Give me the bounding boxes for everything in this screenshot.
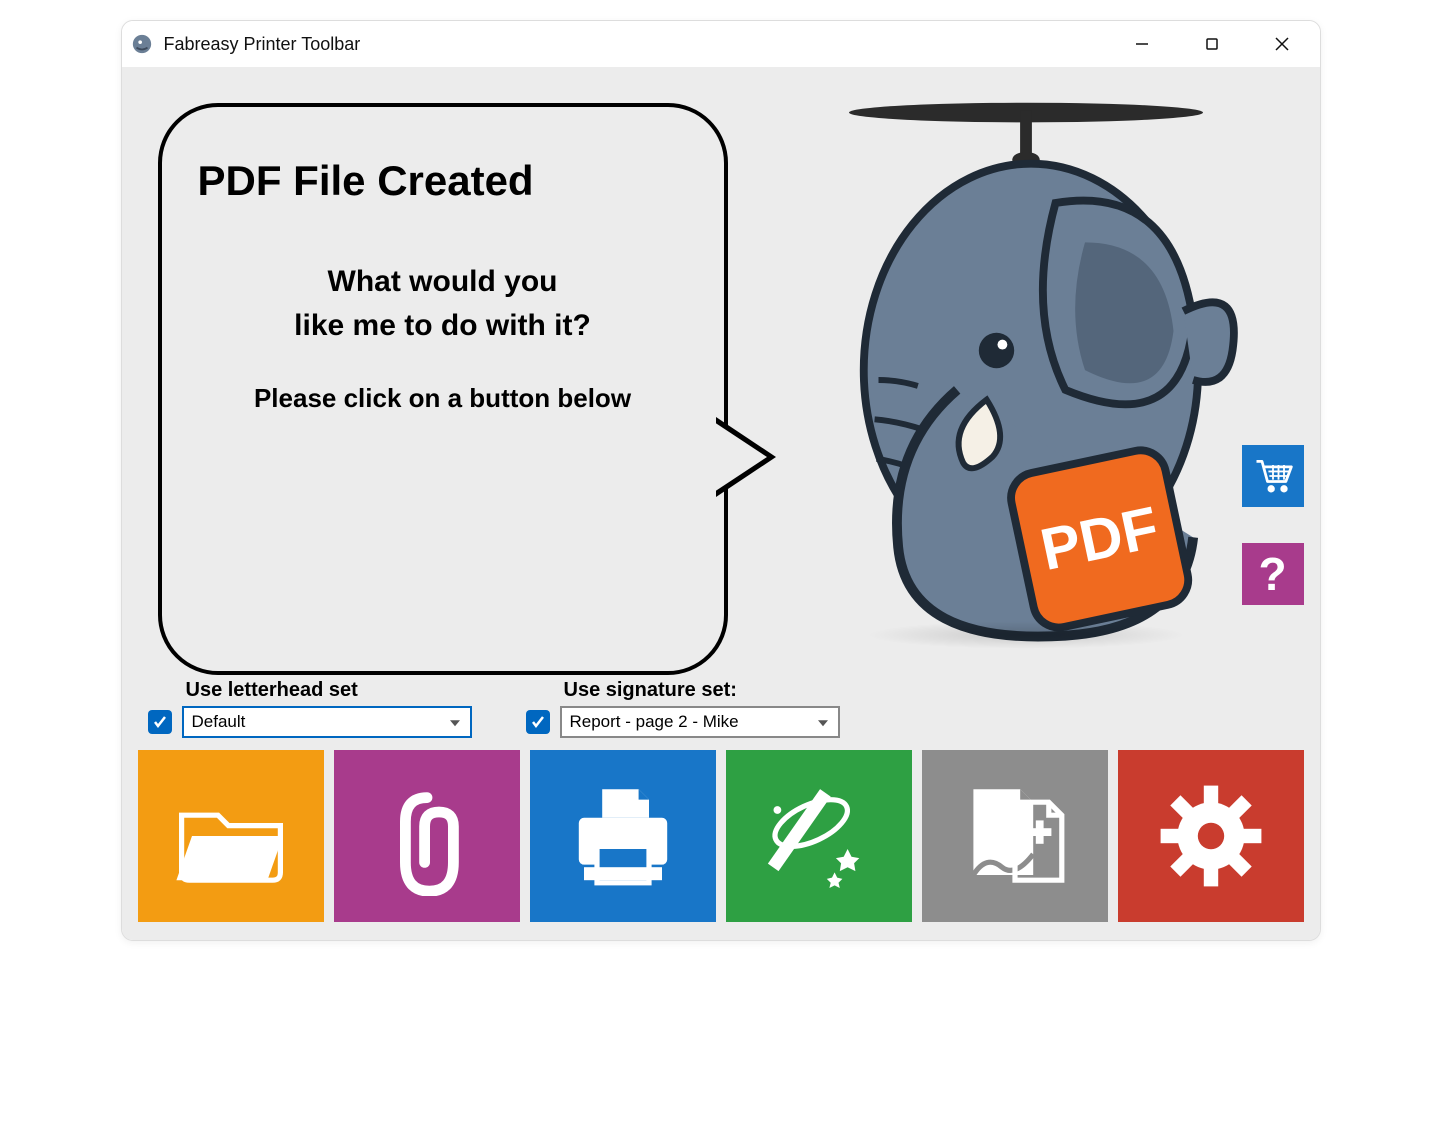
side-buttons: ? — [1242, 445, 1304, 605]
page-add-icon — [950, 771, 1080, 901]
elephant-mascot-icon: PDF — [806, 85, 1246, 675]
cart-button[interactable] — [1242, 445, 1304, 507]
print-button[interactable] — [530, 750, 716, 922]
bubble-hint: Please click on a button below — [192, 383, 694, 414]
signature-label: Use signature set: — [564, 679, 840, 702]
help-button[interactable]: ? — [1242, 543, 1304, 605]
letterhead-group: Use letterhead set Default — [148, 679, 472, 738]
main-toolbar — [138, 750, 1304, 922]
bubble-question-line1: What would you — [192, 265, 694, 299]
merge-button[interactable] — [922, 750, 1108, 922]
signature-select[interactable]: Report - page 2 - Mike — [560, 706, 840, 738]
open-button[interactable] — [138, 750, 324, 922]
mascot-area: PDF — [748, 85, 1304, 675]
attach-button[interactable] — [334, 750, 520, 922]
letterhead-select[interactable]: Default — [182, 706, 472, 738]
speech-bubble: PDF File Created What would you like me … — [158, 103, 728, 675]
magic-wand-icon — [754, 771, 884, 901]
wizard-button[interactable] — [726, 750, 912, 922]
minimize-button[interactable] — [1112, 24, 1172, 64]
close-button[interactable] — [1252, 24, 1312, 64]
app-window: Fabreasy Printer Toolbar PDF File Create… — [121, 20, 1321, 941]
letterhead-value: Default — [192, 712, 246, 732]
titlebar: Fabreasy Printer Toolbar — [122, 21, 1320, 67]
options-row: Use letterhead set Default Use signature… — [148, 679, 1304, 738]
signature-group: Use signature set: Report - page 2 - Mik… — [526, 679, 840, 738]
signature-checkbox[interactable] — [526, 710, 550, 734]
content-area: PDF File Created What would you like me … — [122, 67, 1320, 940]
bubble-question-line2: like me to do with it? — [192, 309, 694, 343]
settings-button[interactable] — [1118, 750, 1304, 922]
mascot-shadow — [866, 621, 1186, 649]
help-icon: ? — [1258, 547, 1286, 601]
window-controls — [1112, 24, 1312, 64]
signature-value: Report - page 2 - Mike — [570, 712, 739, 732]
gear-icon — [1151, 776, 1271, 896]
window-title: Fabreasy Printer Toolbar — [164, 34, 1112, 55]
top-area: PDF File Created What would you like me … — [138, 85, 1304, 675]
printer-icon — [558, 771, 688, 901]
cart-icon — [1251, 454, 1295, 498]
app-icon — [130, 32, 154, 56]
letterhead-label: Use letterhead set — [186, 679, 472, 702]
maximize-button[interactable] — [1182, 24, 1242, 64]
paperclip-icon — [367, 776, 487, 896]
bubble-heading: PDF File Created — [198, 157, 694, 205]
letterhead-checkbox[interactable] — [148, 710, 172, 734]
folder-open-icon — [166, 771, 296, 901]
